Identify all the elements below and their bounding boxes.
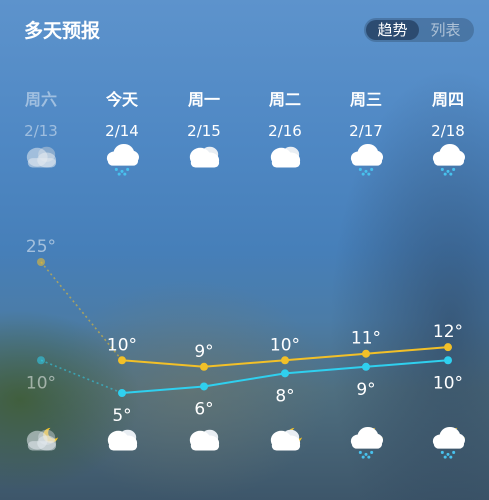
series-0-point xyxy=(37,258,45,266)
series-1-point xyxy=(281,369,289,378)
series-1-data-label: 6° xyxy=(194,399,213,419)
series-0-point xyxy=(200,362,208,371)
series-1-point xyxy=(37,356,45,365)
series-1-data-label: 8° xyxy=(275,386,294,406)
series-1-point xyxy=(362,362,370,371)
series-0-point xyxy=(281,356,289,365)
series-0-point xyxy=(444,343,452,352)
temperature-chart: 25° 10° 9° 10° 11° 12° 10° 5° 6° 8° 9° 10° xyxy=(26,237,463,426)
series-0-point xyxy=(118,356,126,365)
series-1-point xyxy=(444,356,452,365)
series-0-data-label: 9° xyxy=(194,342,213,362)
series-0-data-label: 11° xyxy=(351,329,381,349)
series-0-data-label: 10° xyxy=(270,335,300,355)
series-0-data-label: 25° xyxy=(26,237,56,257)
series-1-point xyxy=(200,382,208,391)
series-0-data-label: 10° xyxy=(107,335,137,355)
weather-forecast-view: 多天预报 趋势 列表 周六 2/13 今天 2/14 周一 2/15 周二 2/16 xyxy=(0,0,489,500)
series-1-data-label: 10° xyxy=(433,373,463,393)
series-0-point xyxy=(362,349,370,358)
series-1-data-label: 5° xyxy=(112,406,131,426)
series-1-data-label: 9° xyxy=(356,380,375,400)
series-1-point xyxy=(118,389,126,397)
series-0-data-label: 12° xyxy=(433,322,463,342)
series-1-data-label: 10° xyxy=(26,373,56,393)
